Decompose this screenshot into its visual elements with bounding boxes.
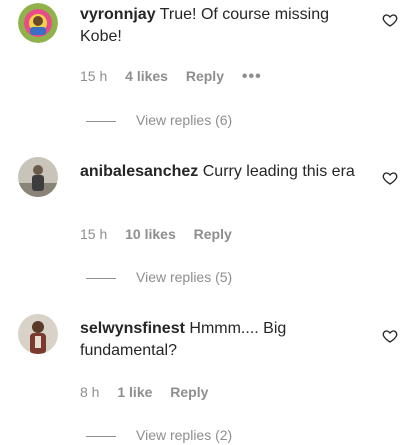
comment-username[interactable]: vyronnjay bbox=[80, 6, 156, 23]
comment-body: Curry leading this era bbox=[202, 163, 355, 180]
comment-meta: 15 h 4 likes Reply ••• bbox=[80, 68, 276, 86]
likes-count[interactable]: 4 likes bbox=[125, 68, 168, 84]
comment-meta: 8 h 1 like Reply bbox=[80, 384, 222, 400]
comment-text: selwynsfinest Hmmm.... Big fundamental? bbox=[80, 318, 365, 362]
reply-button[interactable]: Reply bbox=[194, 226, 232, 242]
comment-meta: 15 h 10 likes Reply bbox=[80, 226, 246, 242]
comment-username[interactable]: selwynsfinest bbox=[80, 320, 185, 337]
avatar[interactable] bbox=[18, 3, 58, 43]
more-options-icon[interactable]: ••• bbox=[242, 68, 262, 85]
avatar[interactable] bbox=[18, 157, 58, 197]
comment-time[interactable]: 8 h bbox=[80, 384, 99, 400]
divider-line bbox=[86, 435, 116, 437]
divider-line bbox=[86, 120, 116, 122]
user-avatar-icon bbox=[18, 3, 58, 43]
view-replies-button[interactable]: View replies (2) bbox=[86, 427, 232, 443]
heart-icon[interactable] bbox=[382, 328, 398, 344]
likes-count[interactable]: 10 likes bbox=[125, 226, 176, 242]
comment-time[interactable]: 15 h bbox=[80, 68, 107, 84]
heart-icon[interactable] bbox=[382, 12, 398, 28]
comment-text: anibalesanchez Curry leading this era bbox=[80, 161, 365, 183]
likes-count[interactable]: 1 like bbox=[117, 384, 152, 400]
comment-username[interactable]: anibalesanchez bbox=[80, 163, 198, 180]
user-avatar-icon bbox=[18, 314, 58, 354]
view-replies-label: View replies (5) bbox=[136, 269, 233, 285]
comment-text: vyronnjay True! Of course missing Kobe! bbox=[80, 4, 365, 48]
reply-button[interactable]: Reply bbox=[186, 68, 224, 84]
view-replies-button[interactable]: View replies (6) bbox=[86, 112, 232, 128]
user-avatar-icon bbox=[18, 157, 58, 197]
view-replies-label: View replies (6) bbox=[136, 112, 233, 128]
comment-time[interactable]: 15 h bbox=[80, 226, 107, 242]
heart-icon[interactable] bbox=[382, 170, 398, 186]
reply-button[interactable]: Reply bbox=[170, 384, 208, 400]
view-replies-button[interactable]: View replies (5) bbox=[86, 269, 232, 285]
divider-line bbox=[86, 277, 116, 279]
avatar[interactable] bbox=[18, 314, 58, 354]
view-replies-label: View replies (2) bbox=[136, 427, 233, 443]
